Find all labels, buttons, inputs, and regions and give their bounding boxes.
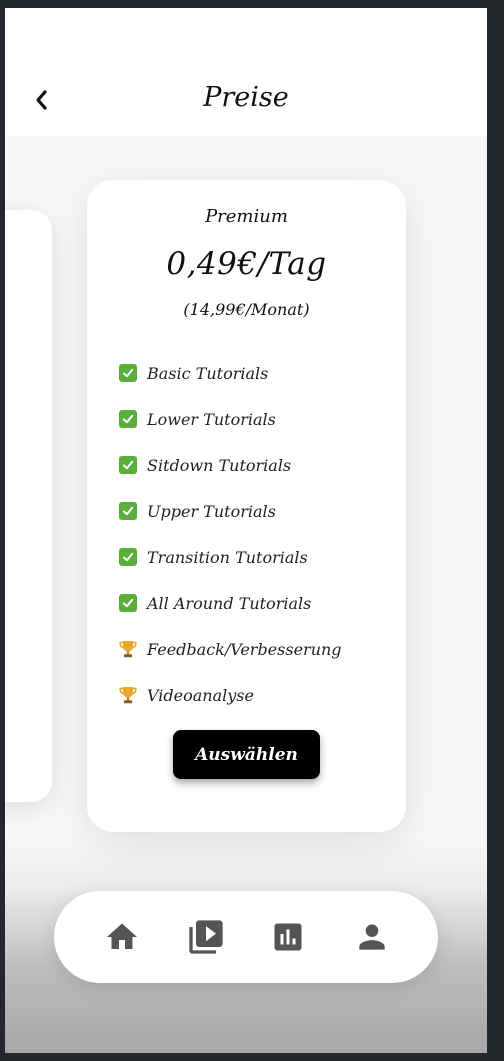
select-plan-button[interactable]: Auswählen <box>173 730 320 779</box>
header: Preise <box>5 8 487 136</box>
feature-label: Feedback/Verbesserung <box>147 639 342 659</box>
bar-chart-icon <box>274 923 302 951</box>
feature-item: Upper Tutorials <box>118 488 342 534</box>
feature-label: All Around Tutorials <box>147 593 312 613</box>
feature-list: Basic Tutorials Lower Tutorials Sitdown … <box>118 350 342 718</box>
page-title: Preise <box>203 82 289 113</box>
check-icon <box>118 547 138 567</box>
feature-label: Videoanalyse <box>147 685 254 705</box>
check-icon <box>118 501 138 521</box>
plan-name: Premium <box>205 206 288 227</box>
trophy-icon <box>118 685 138 705</box>
plan-card-premium: Premium 0,49€/Tag (14,99€/Monat) Basic T… <box>87 180 406 832</box>
feature-item: Videoanalyse <box>118 672 342 718</box>
check-icon <box>118 593 138 613</box>
check-icon <box>118 455 138 475</box>
nav-profile[interactable] <box>348 913 396 961</box>
plan-monthly-price: (14,99€/Monat) <box>183 300 310 319</box>
feature-item: All Around Tutorials <box>118 580 342 626</box>
feature-label: Lower Tutorials <box>147 409 276 429</box>
nav-videos[interactable] <box>182 913 230 961</box>
bottom-nav <box>54 891 438 983</box>
feature-item: Lower Tutorials <box>118 396 342 442</box>
feature-label: Transition Tutorials <box>147 547 308 567</box>
home-icon <box>107 923 137 949</box>
profile-icon <box>359 924 385 950</box>
trophy-icon <box>118 639 138 659</box>
check-icon <box>118 363 138 383</box>
video-library-icon <box>189 920 223 954</box>
feature-label: Sitdown Tutorials <box>147 455 292 475</box>
feature-item: Basic Tutorials <box>118 350 342 396</box>
feature-label: Upper Tutorials <box>147 501 276 521</box>
check-icon <box>118 409 138 429</box>
feature-item: Feedback/Verbesserung <box>118 626 342 672</box>
app-screen: Preise Premium 0,49€/Tag (14,99€/Monat) … <box>5 8 487 1053</box>
nav-stats[interactable] <box>264 913 312 961</box>
plan-price: 0,49€/Tag <box>166 246 327 282</box>
nav-home[interactable] <box>98 913 146 961</box>
feature-item: Transition Tutorials <box>118 534 342 580</box>
feature-item: Sitdown Tutorials <box>118 442 342 488</box>
feature-label: Basic Tutorials <box>147 363 269 383</box>
previous-plan-card[interactable] <box>5 210 52 802</box>
